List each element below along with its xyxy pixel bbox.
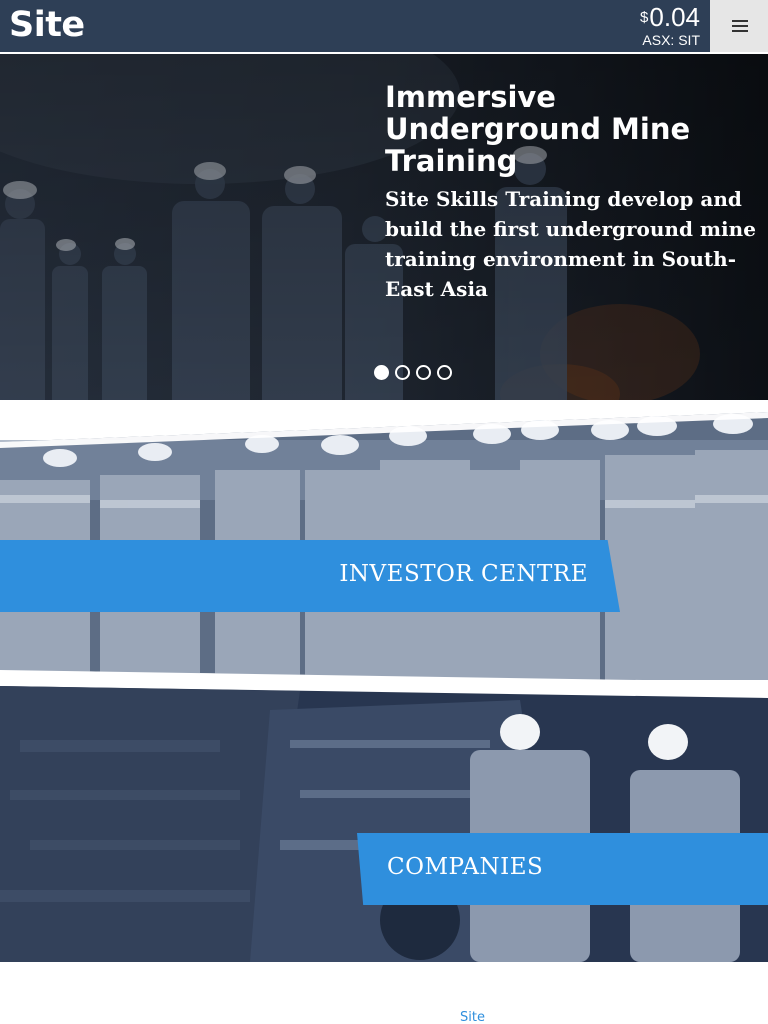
investor-centre-label: INVESTOR CENTRE (339, 561, 588, 587)
share-price: $0.04 (640, 3, 700, 31)
slider-dot-3[interactable] (416, 365, 431, 380)
companies-label: COMPANIES (387, 854, 544, 880)
hero-description: Site Skills Training develop and build t… (385, 187, 756, 301)
menu-bar-top (732, 20, 748, 22)
menu-bar-middle (732, 25, 748, 27)
slider-dot-4[interactable] (437, 365, 452, 380)
companies-link[interactable]: COMPANIES (357, 833, 768, 905)
slider-dot-2[interactable] (395, 365, 410, 380)
footer-site-link[interactable]: Site (460, 1010, 485, 1024)
investor-centre-panel[interactable]: INVESTOR CENTRE (0, 400, 768, 690)
hamburger-menu-icon[interactable] (710, 0, 768, 52)
menu-bar-bottom (732, 30, 748, 32)
price-currency: $ (640, 9, 649, 26)
investor-centre-link[interactable]: INVESTOR CENTRE (0, 540, 620, 612)
hero-slider[interactable]: Immersive Underground Mine Training Site… (0, 54, 768, 446)
asx-ticker: ASX: SIT (642, 32, 700, 48)
price-value: 0.04 (649, 2, 700, 32)
companies-background-image (0, 680, 768, 962)
companies-panel[interactable]: COMPANIES (0, 680, 768, 962)
slider-dot-1[interactable] (374, 365, 389, 380)
site-header: Site $0.04 ASX: SIT (0, 0, 768, 52)
hero-title: Immersive Underground Mine Training (385, 80, 691, 178)
site-logo[interactable]: Site (9, 3, 85, 47)
